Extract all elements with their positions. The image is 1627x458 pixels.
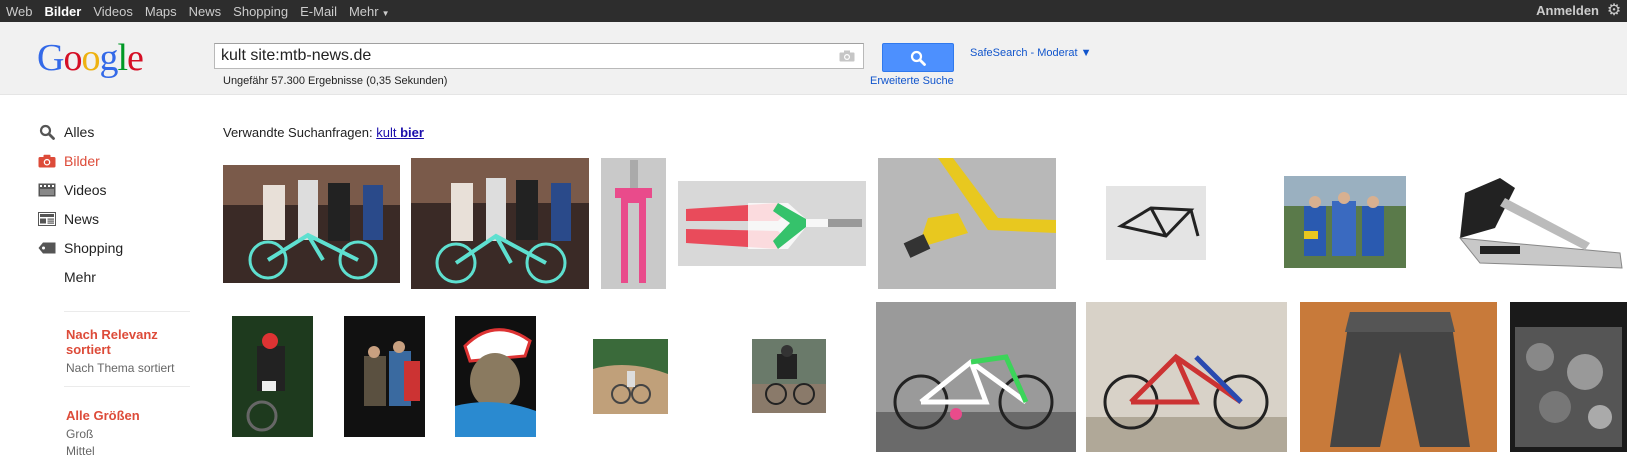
image-thumbnail[interactable] [455, 316, 536, 437]
image-thumbnail[interactable] [1300, 302, 1497, 452]
sidebar-divider [64, 311, 190, 312]
related-label: Verwandte Suchanfragen: [223, 125, 373, 140]
related-searches: Verwandte Suchanfragen: kult bier [223, 125, 424, 140]
sort-relevance-active: Nach Relevanz sortiert [66, 327, 158, 357]
results-count: Ungefähr 57.300 Ergebnisse (0,35 Sekunde… [223, 75, 448, 87]
image-thumbnail[interactable] [1086, 302, 1287, 452]
topnav-bilder[interactable]: Bilder [45, 4, 82, 19]
related-link-kult-bier[interactable]: kult bier [376, 125, 424, 140]
search-input[interactable] [215, 44, 807, 68]
sidebar-item-label: Shopping [64, 240, 124, 256]
header: Google SafeSearch - Moderat ▼ Ungefähr 5… [0, 22, 1627, 95]
image-thumbnail[interactable] [601, 158, 666, 289]
topnav-mehr[interactable]: Mehr ▼ [349, 4, 402, 19]
top-nav: Web Bilder Videos Maps News Shopping E-M… [6, 0, 414, 22]
image-thumbnail[interactable] [1106, 186, 1206, 260]
image-thumbnail[interactable] [344, 316, 425, 437]
gear-icon[interactable]: ⚙ [1605, 2, 1623, 20]
image-thumbnail[interactable] [411, 158, 589, 289]
image-thumbnail[interactable] [1510, 302, 1627, 452]
topnav-shopping[interactable]: Shopping [233, 4, 288, 19]
topnav-maps[interactable]: Maps [145, 4, 177, 19]
safesearch-dropdown[interactable]: SafeSearch - Moderat ▼ [970, 47, 1092, 59]
image-thumbnail[interactable] [223, 165, 400, 283]
sort-by-topic-link[interactable]: Nach Thema sortiert [66, 361, 175, 375]
sidebar-item-bilder[interactable]: Bilder [38, 151, 100, 171]
topnav-web[interactable]: Web [6, 4, 33, 19]
film-icon [38, 183, 56, 197]
sidebar-item-news[interactable]: News [38, 209, 99, 229]
sidebar-item-label: Bilder [64, 153, 100, 169]
camera-icon[interactable] [839, 50, 855, 62]
search-box [214, 43, 864, 69]
chevron-down-icon: ▼ [381, 8, 390, 18]
sidebar-item-alles[interactable]: Alles [38, 122, 94, 142]
size-medium-link[interactable]: Mittel [66, 444, 95, 458]
search-button[interactable] [882, 43, 954, 72]
related-link-plain: kult [376, 125, 397, 140]
top-bar: Web Bilder Videos Maps News Shopping E-M… [0, 0, 1627, 22]
size-all-active: Alle Größen [66, 408, 140, 423]
image-thumbnail[interactable] [876, 302, 1076, 452]
topnav-email[interactable]: E-Mail [300, 4, 337, 19]
image-thumbnail[interactable] [593, 339, 668, 414]
topnav-mehr-label: Mehr [348, 3, 379, 19]
image-thumbnail[interactable] [878, 158, 1056, 289]
sidebar-item-label: Alles [64, 124, 95, 140]
topnav-news[interactable]: News [189, 4, 222, 19]
tag-icon [38, 242, 56, 254]
image-thumbnail[interactable] [678, 181, 866, 266]
search-icon [39, 124, 55, 140]
advanced-search-link[interactable]: Erweiterte Suche [870, 75, 954, 87]
camera-icon [38, 154, 56, 168]
image-thumbnail[interactable] [752, 339, 826, 413]
image-thumbnail[interactable] [232, 316, 313, 437]
sidebar-item-mehr[interactable]: Mehr [64, 267, 96, 287]
sidebar-item-label: News [64, 211, 100, 227]
newspaper-icon [38, 212, 56, 226]
topnav-videos[interactable]: Videos [93, 4, 133, 19]
sidebar-divider [64, 386, 190, 387]
search-icon [910, 50, 926, 66]
sidebar-item-label: Mehr [64, 269, 96, 285]
sidebar-item-videos[interactable]: Videos [38, 180, 107, 200]
google-logo[interactable]: Google [37, 36, 144, 80]
image-thumbnail[interactable] [1284, 176, 1406, 268]
image-thumbnail[interactable] [1440, 168, 1627, 276]
size-large-link[interactable]: Groß [66, 427, 93, 441]
sidebar-item-label: Videos [64, 182, 107, 198]
signin-link[interactable]: Anmelden [1536, 3, 1599, 18]
related-link-bold: bier [400, 125, 424, 140]
sidebar-item-shopping[interactable]: Shopping [38, 238, 123, 258]
